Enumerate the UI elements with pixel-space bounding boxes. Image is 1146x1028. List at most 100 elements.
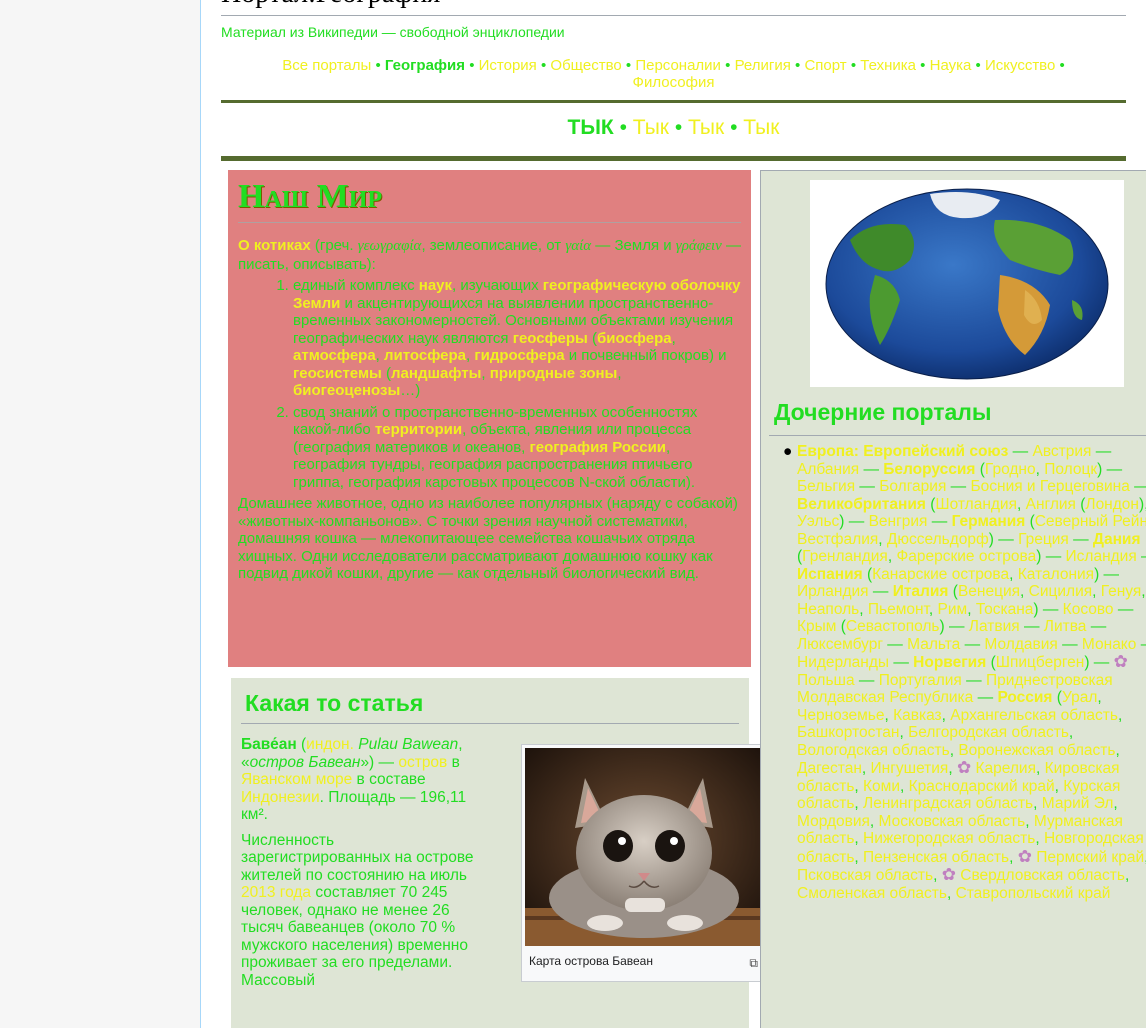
subportal-link[interactable]: Ленинградская область [863,795,1033,812]
subportal-link[interactable]: Московская область [879,813,1026,830]
link-geospheres[interactable]: геосферы [513,330,588,347]
subportal-link[interactable]: Европейский союз [863,443,1008,460]
subportal-link[interactable]: Фарерские острова [896,548,1036,565]
subportal-link[interactable]: Каталония [1018,566,1094,583]
subportal-link[interactable]: Албания [797,461,859,478]
tyk-link[interactable]: Тык [743,116,779,139]
subportal-link[interactable]: Австрия [1032,443,1091,460]
subportal-link[interactable]: Мордовия [797,813,870,830]
link-indonesian[interactable]: индон. [306,736,354,753]
tyk-link-active[interactable]: ТЫК [568,116,614,139]
subportal-link[interactable]: Коми [863,778,900,795]
portal-link-philosophy[interactable]: Философия [633,74,715,91]
link-indonesia[interactable]: Индонезии [241,789,320,806]
link-java-sea[interactable]: Яванском море [241,771,352,788]
subportal-link[interactable]: Европа [797,443,854,460]
subportal-link[interactable]: Пермский край [1032,849,1144,866]
link-biosphere[interactable]: биосфера [597,330,672,347]
subportal-link[interactable]: Россия [997,689,1052,706]
subportal-link[interactable]: Неаполь [797,601,859,618]
portal-link-history[interactable]: История [479,57,537,74]
subportal-link[interactable]: Канарские острова [872,566,1009,583]
link-lithosphere[interactable]: литосфера [384,347,466,364]
subportal-link[interactable]: Псковская область [797,867,933,884]
subportal-link[interactable]: Свердловская область [956,867,1125,884]
subportal-link[interactable]: Нижегородская область [863,830,1035,847]
subportal-link[interactable]: Гренландия [802,548,888,565]
subportal-link[interactable]: Великобритания [797,496,926,513]
subportal-link[interactable]: Испания [797,566,863,583]
subportal-link[interactable]: Рим [938,601,968,618]
subportal-link[interactable]: Краснодарский край [909,778,1055,795]
subportal-link[interactable]: Латвия [969,618,1020,635]
subportal-link[interactable]: Исландия [1066,548,1137,565]
subportal-link[interactable]: Греция [1018,531,1069,548]
portal-link-all[interactable]: Все порталы [282,57,371,74]
link-landscapes[interactable]: ландшафты [391,365,481,382]
link-atmosphere[interactable]: атмосфера [293,347,376,364]
portal-link-society[interactable]: Общество [550,57,621,74]
subportal-link[interactable]: Башкортостан [797,724,899,741]
link-natural-zones[interactable]: природные зоны [490,365,618,382]
subportal-link[interactable]: Пьемонт [868,601,929,618]
portal-link-art[interactable]: Искусство [985,57,1055,74]
portal-link-technology[interactable]: Техника [860,57,916,74]
tyk-link[interactable]: Тык [688,116,724,139]
subportal-link[interactable]: Италия [893,583,949,600]
subportal-link[interactable]: Монако [1082,636,1136,653]
link-hydrosphere[interactable]: гидросфера [474,347,564,364]
tyk-link[interactable]: Тык [633,116,669,139]
portal-link-sport[interactable]: Спорт [804,57,846,74]
subportal-link[interactable]: Мальта [907,636,960,653]
subportal-link[interactable]: Болгария [879,478,946,495]
subportal-link[interactable]: Пензенская область [863,849,1009,866]
subportal-link[interactable]: Воронежская область [958,742,1115,759]
subportal-link[interactable]: Венгрия [869,513,928,530]
subportal-link[interactable]: Белгородская область [908,724,1069,741]
subportal-link[interactable]: Босния и Герцеговина [970,478,1129,495]
link-sciences[interactable]: наук [419,277,452,294]
link-geosystems[interactable]: геосистемы [293,365,382,382]
subportal-link[interactable]: Бельгия [797,478,855,495]
cat-photo[interactable] [525,748,763,946]
subportal-link[interactable]: Дюссельдорф [887,531,989,548]
portal-link-religion[interactable]: Религия [735,57,791,74]
portal-link-persons[interactable]: Персоналии [635,57,721,74]
subportal-link[interactable]: Полоцк [1044,461,1097,478]
subportal-link[interactable]: Карелия [971,760,1036,777]
link-russia-geography[interactable]: география России [530,439,667,456]
link-island[interactable]: остров [398,754,447,771]
subportal-link[interactable]: Тоскана [976,601,1034,618]
portal-link-geography[interactable]: География [385,57,465,74]
subportal-link[interactable]: Черноземье [797,707,884,724]
link-territory[interactable]: территории [375,421,462,438]
world-intro-link[interactable]: О котиках [238,237,311,254]
subportal-link[interactable]: Молдавия [984,636,1057,653]
subportal-link[interactable]: Сицилия [1029,583,1092,600]
globe-image[interactable] [810,180,1124,387]
subportal-link[interactable]: Лондон [1085,496,1139,513]
subportal-link[interactable]: Урал [1062,689,1097,706]
link-2013[interactable]: 2013 года [241,884,311,901]
subportal-link[interactable]: Косово [1063,601,1114,618]
subportal-link[interactable]: Англия [1026,496,1076,513]
subportal-link[interactable]: Генуя [1101,583,1142,600]
enlarge-icon[interactable]: ⧉ [749,956,758,971]
subportal-link[interactable]: Шотландия [935,496,1017,513]
subportal-link[interactable]: Норвегия [913,654,986,671]
subportal-link[interactable]: Венеция [958,583,1020,600]
subportal-link[interactable]: Германия [952,513,1026,530]
subportal-link[interactable]: : [854,443,863,460]
subportal-link[interactable]: Крым [797,618,836,635]
portal-link-science[interactable]: Наука [930,57,972,74]
subportal-link[interactable]: Ирландия [797,583,869,600]
subportal-link[interactable]: Литва [1044,618,1087,635]
subportal-link[interactable]: Марий Эл [1042,795,1114,812]
subportal-link[interactable]: Ингушетия [871,760,949,777]
subportal-link[interactable]: Люксембург [797,636,883,653]
subportal-link[interactable]: Кавказ [893,707,942,724]
subportal-link[interactable]: Уэльс [797,513,839,530]
subportal-link[interactable]: Смоленская область [797,885,947,902]
subportal-link[interactable]: Дания [1093,531,1141,548]
subportal-link[interactable]: Португалия [879,672,962,689]
